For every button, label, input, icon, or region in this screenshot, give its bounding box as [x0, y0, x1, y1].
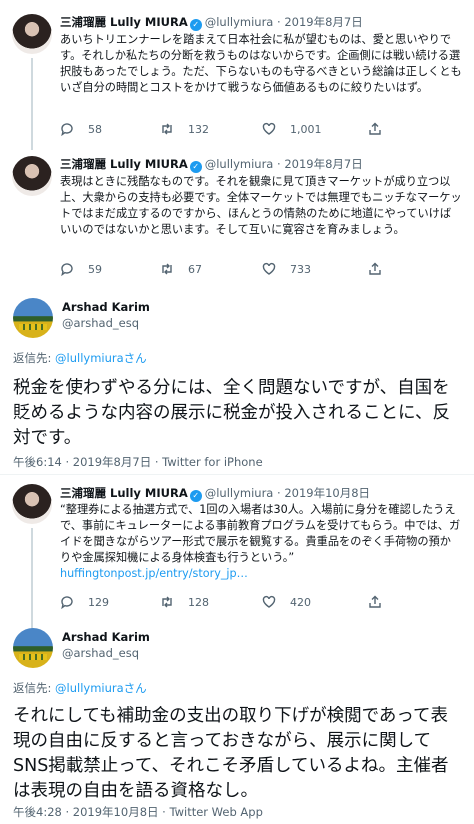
verified-badge-icon: ✓ [189, 490, 202, 502]
reply-count: 58 [88, 122, 102, 136]
verified-badge-icon: ✓ [189, 161, 202, 173]
reply-count: 59 [88, 262, 102, 276]
verified-badge-icon: ✓ [189, 19, 202, 31]
tweet-timestamp[interactable]: 午後4:28 · 2019年10月8日 · Twitter Web App [13, 804, 263, 820]
retweet-icon [162, 596, 172, 608]
like-count: 420 [290, 595, 311, 609]
like-button[interactable]: 733 [262, 262, 311, 276]
replying-to: 返信先: @lullymiuraさん [13, 680, 147, 696]
like-button[interactable]: 1,001 [262, 122, 322, 136]
thread-connector-line [31, 58, 33, 150]
display-name[interactable]: 三浦瑠麗 Lully MIURA [60, 486, 188, 500]
display-name[interactable]: Arshad Karim [62, 630, 150, 645]
separator: · [273, 157, 285, 171]
reply-target-handle[interactable]: @lullymiuraさん [55, 681, 147, 695]
share-button[interactable] [368, 262, 382, 276]
tweet-date[interactable]: 2019年10月8日 [284, 486, 370, 500]
like-count: 733 [290, 262, 311, 276]
display-name[interactable]: Arshad Karim [62, 300, 150, 315]
tweet-text: 表現はときに残酷なものです。それを観衆に見て頂きマーケットが成り立つ以上、大衆か… [60, 175, 462, 236]
retweet-button[interactable]: 132 [160, 122, 209, 136]
avatar[interactable] [12, 156, 52, 196]
share-icon [369, 262, 381, 275]
tweet-text: あいちトリエンナーレを踏まえて日本社会に私が望むものは、愛と思いやりです。それし… [60, 33, 462, 94]
divider [0, 474, 474, 475]
separator: · [273, 15, 285, 29]
tweet-actions: 58 132 1,001 [60, 122, 460, 140]
tweet-actions: 129 128 420 [60, 595, 460, 613]
retweet-count: 67 [188, 262, 202, 276]
retweet-count: 128 [188, 595, 209, 609]
retweet-button[interactable]: 67 [160, 262, 202, 276]
avatar[interactable] [13, 628, 53, 668]
share-icon [369, 595, 381, 608]
handle[interactable]: @lullymiura [205, 486, 274, 500]
reply-icon [61, 123, 73, 136]
share-button[interactable] [368, 595, 382, 609]
tweet-header: 三浦瑠麗 Lully MIURA ✓ @lullymiura · 2019年8月7日 [60, 157, 363, 173]
retweet-button[interactable]: 128 [160, 595, 209, 609]
focused-tweet-text: それにしても補助金の支出の取り下げが検閲であって表現の自由に反すると言っておきな… [13, 706, 449, 801]
replying-to: 返信先: @lullymiuraさん [13, 350, 147, 366]
reply-count: 129 [88, 595, 109, 609]
replying-to-label: 返信先: [13, 351, 56, 365]
heart-icon [262, 122, 276, 135]
retweet-icon [162, 263, 172, 275]
replying-to-label: 返信先: [13, 681, 56, 695]
heart-icon [262, 262, 276, 275]
avatar[interactable] [12, 14, 52, 54]
like-button[interactable]: 420 [262, 595, 311, 609]
separator: · [273, 486, 285, 500]
display-name[interactable]: 三浦瑠麗 Lully MIURA [60, 157, 188, 171]
retweet-count: 132 [188, 122, 209, 136]
share-button[interactable] [368, 122, 382, 136]
article-link[interactable]: huffingtonpost.jp/entry/story_jp… [60, 567, 248, 580]
tweet-header: 三浦瑠麗 Lully MIURA ✓ @lullymiura · 2019年8月7日 [60, 15, 363, 31]
display-name[interactable]: 三浦瑠麗 Lully MIURA [60, 15, 188, 29]
handle[interactable]: @lullymiura [205, 157, 274, 171]
reply-icon [61, 263, 73, 276]
share-icon [369, 122, 381, 135]
tweet-header: 三浦瑠麗 Lully MIURA ✓ @lullymiura · 2019年10月8… [60, 486, 370, 502]
focused-tweet-text: 税金を使わずやる分には、全く問題ないですが、自国を貶めるような内容の展示に税金が… [13, 378, 450, 448]
reply-button[interactable]: 59 [60, 262, 102, 276]
handle[interactable]: @lullymiura [205, 15, 274, 29]
avatar[interactable] [13, 298, 53, 338]
handle[interactable]: @arshad_esq [62, 316, 139, 331]
handle[interactable]: @arshad_esq [62, 646, 139, 661]
tweet-timestamp[interactable]: 午後6:14 · 2019年8月7日 · Twitter for iPhone [13, 454, 263, 470]
reply-target-handle[interactable]: @lullymiuraさん [55, 351, 147, 365]
avatar[interactable] [12, 484, 52, 524]
tweet-text: “整理券による抽選方式で、1回の入場者は30人。入場前に身分を確認したうえで、事… [60, 502, 462, 582]
reply-button[interactable]: 58 [60, 122, 102, 136]
reply-button[interactable]: 129 [60, 595, 109, 609]
tweet-actions: 59 67 733 [60, 262, 460, 280]
like-count: 1,001 [290, 122, 322, 136]
tweet-date[interactable]: 2019年8月7日 [284, 15, 362, 29]
reply-icon [61, 596, 73, 609]
retweet-icon [162, 123, 172, 135]
tweet-quote-text: “整理券による抽選方式で、1回の入場者は30人。入場前に身分を確認したうえで、事… [60, 503, 461, 564]
heart-icon [262, 595, 276, 608]
tweet-date[interactable]: 2019年8月7日 [284, 157, 362, 171]
